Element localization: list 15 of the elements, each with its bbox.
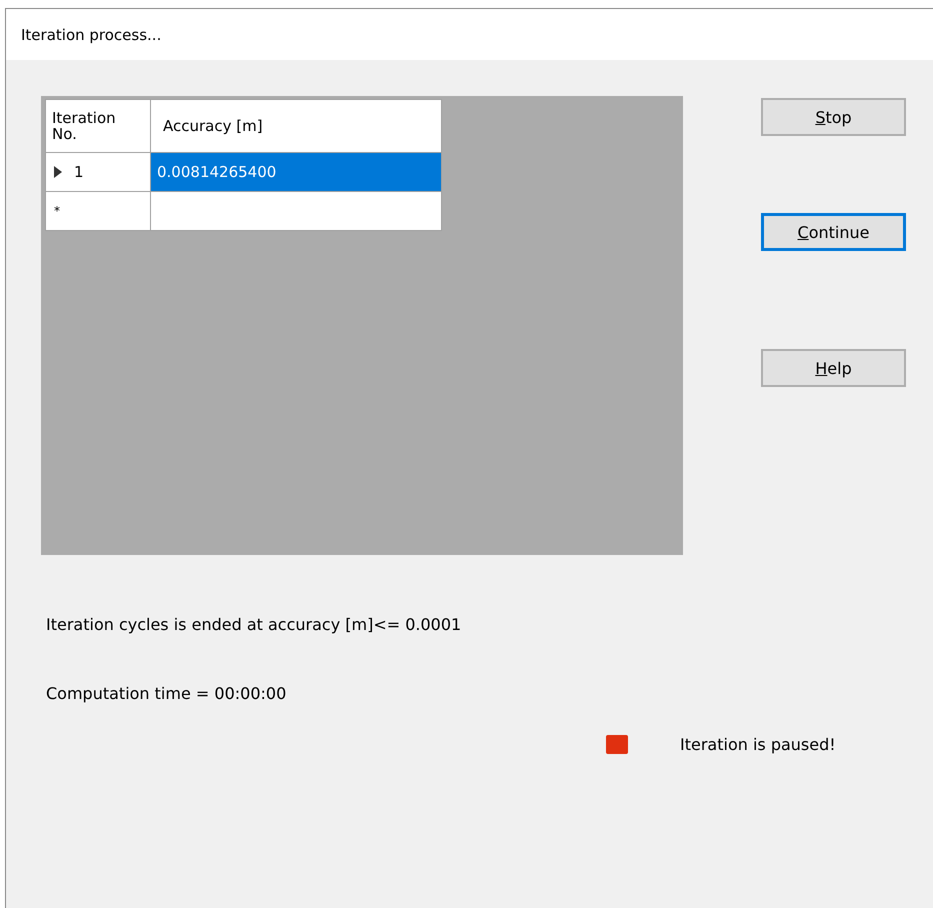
- row-header-cell[interactable]: 1: [46, 152, 150, 192]
- row-header-cell[interactable]: *: [46, 192, 150, 230]
- row-number: 1: [74, 163, 84, 181]
- help-button[interactable]: Help: [761, 349, 906, 387]
- table-cell[interactable]: [150, 192, 442, 230]
- window-title: Iteration process...: [21, 26, 162, 44]
- column-header: Accuracy [m]: [150, 100, 442, 152]
- accuracy-limit-text: Iteration cycles is ended at accuracy [m]<= 0.0001: [46, 615, 462, 634]
- stop-button[interactable]: Stop: [761, 98, 906, 136]
- new-row-marker: *: [54, 204, 60, 218]
- status-text: Iteration is paused!: [680, 735, 836, 754]
- table-cell[interactable]: 0.00814265400: [150, 152, 442, 192]
- continue-button[interactable]: Continue: [761, 213, 906, 251]
- computation-time-text: Computation time = 00:00:00: [46, 684, 288, 703]
- column-header: Iteration No.: [46, 100, 150, 152]
